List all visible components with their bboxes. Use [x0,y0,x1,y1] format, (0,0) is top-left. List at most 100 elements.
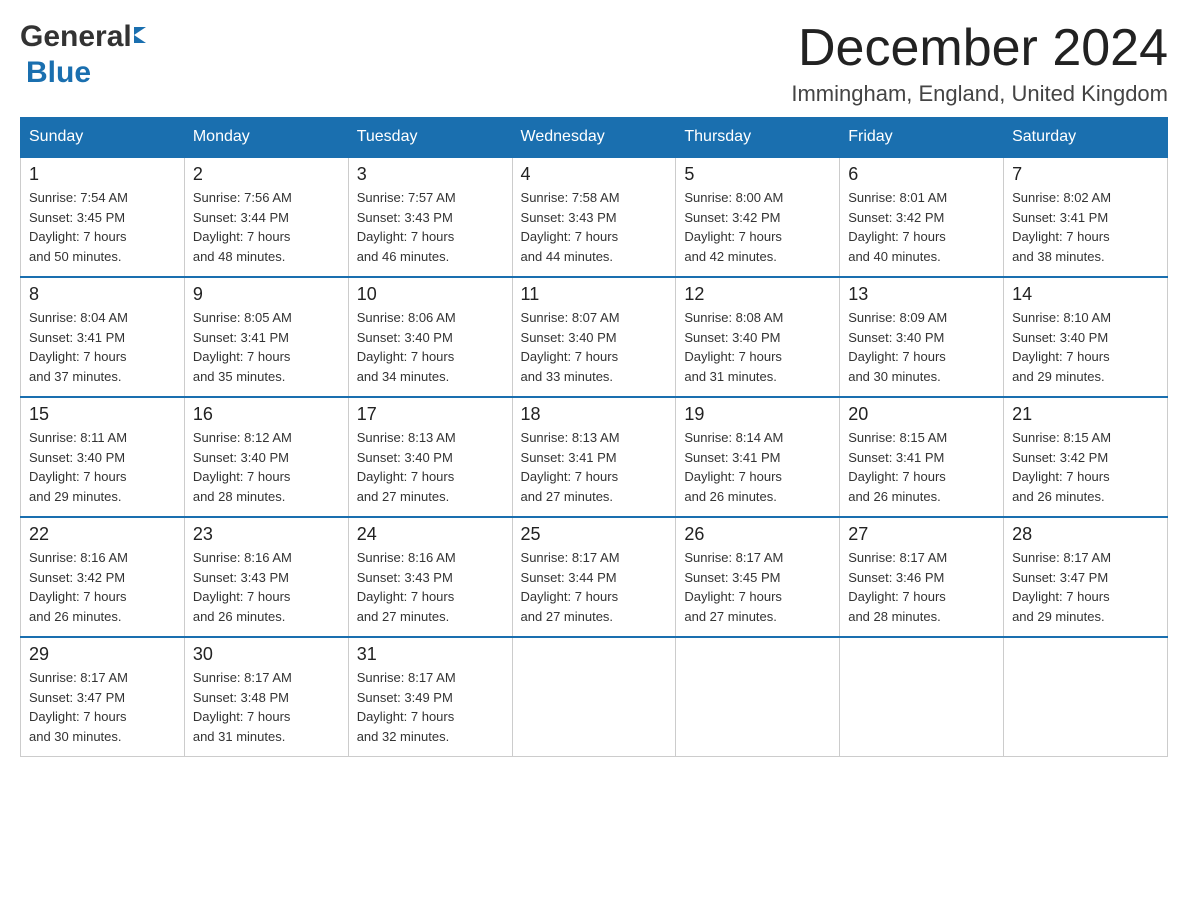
day-number: 30 [193,644,340,665]
calendar-cell [1004,637,1168,757]
day-info: Sunrise: 8:09 AMSunset: 3:40 PMDaylight:… [848,308,995,386]
logo-blue-text: Blue [26,56,91,90]
logo-general-text: General [20,20,132,54]
day-info: Sunrise: 8:14 AMSunset: 3:41 PMDaylight:… [684,428,831,506]
day-info: Sunrise: 8:17 AMSunset: 3:46 PMDaylight:… [848,548,995,626]
day-info: Sunrise: 8:08 AMSunset: 3:40 PMDaylight:… [684,308,831,386]
header-wednesday: Wednesday [512,118,676,158]
calendar-cell: 19Sunrise: 8:14 AMSunset: 3:41 PMDayligh… [676,397,840,517]
day-info: Sunrise: 8:17 AMSunset: 3:47 PMDaylight:… [29,668,176,746]
day-number: 31 [357,644,504,665]
day-number: 13 [848,284,995,305]
calendar-week-4: 22Sunrise: 8:16 AMSunset: 3:42 PMDayligh… [21,517,1168,637]
day-number: 20 [848,404,995,425]
day-number: 12 [684,284,831,305]
day-number: 24 [357,524,504,545]
calendar-cell: 1 Sunrise: 7:54 AMSunset: 3:45 PMDaylight… [21,157,185,277]
calendar-table: Sunday Monday Tuesday Wednesday Thursday… [20,117,1168,757]
day-info: Sunrise: 8:17 AMSunset: 3:48 PMDaylight:… [193,668,340,746]
calendar-cell: 7Sunrise: 8:02 AMSunset: 3:41 PMDaylight… [1004,157,1168,277]
day-number: 1 [29,164,176,185]
day-number: 26 [684,524,831,545]
calendar-cell: 2 Sunrise: 7:56 AMSunset: 3:44 PMDaylight… [184,157,348,277]
day-info: Sunrise: 8:12 AMSunset: 3:40 PMDaylight:… [193,428,340,506]
day-info: Sunrise: 7:58 AMSunset: 3:43 PMDaylight:… [521,188,668,266]
calendar-cell: 4 Sunrise: 7:58 AMSunset: 3:43 PMDaylight… [512,157,676,277]
day-info: Sunrise: 8:16 AMSunset: 3:42 PMDaylight:… [29,548,176,626]
day-number: 15 [29,404,176,425]
day-info: Sunrise: 8:10 AMSunset: 3:40 PMDaylight:… [1012,308,1159,386]
day-number: 10 [357,284,504,305]
day-number: 21 [1012,404,1159,425]
day-info: Sunrise: 7:57 AMSunset: 3:43 PMDaylight:… [357,188,504,266]
day-info: Sunrise: 8:17 AMSunset: 3:47 PMDaylight:… [1012,548,1159,626]
header-sunday: Sunday [21,118,185,158]
calendar-cell [840,637,1004,757]
day-info: Sunrise: 7:54 AMSunset: 3:45 PMDaylight:… [29,188,176,266]
day-info: Sunrise: 8:15 AMSunset: 3:41 PMDaylight:… [848,428,995,506]
day-info: Sunrise: 8:13 AMSunset: 3:41 PMDaylight:… [521,428,668,506]
day-info: Sunrise: 8:16 AMSunset: 3:43 PMDaylight:… [357,548,504,626]
logo: General Blue [20,20,146,90]
calendar-cell: 9Sunrise: 8:05 AMSunset: 3:41 PMDaylight… [184,277,348,397]
day-number: 14 [1012,284,1159,305]
calendar-week-2: 8Sunrise: 8:04 AMSunset: 3:41 PMDaylight… [21,277,1168,397]
logo-flag-icon [134,27,146,43]
day-info: Sunrise: 8:11 AMSunset: 3:40 PMDaylight:… [29,428,176,506]
calendar-cell: 14 Sunrise: 8:10 AMSunset: 3:40 PMDayligh… [1004,277,1168,397]
calendar-cell: 6 Sunrise: 8:01 AMSunset: 3:42 PMDaylight… [840,157,1004,277]
calendar-cell: 13 Sunrise: 8:09 AMSunset: 3:40 PMDayligh… [840,277,1004,397]
calendar-cell: 18 Sunrise: 8:13 AMSunset: 3:41 PMDayligh… [512,397,676,517]
calendar-cell: 24 Sunrise: 8:16 AMSunset: 3:43 PMDayligh… [348,517,512,637]
header-monday: Monday [184,118,348,158]
day-number: 17 [357,404,504,425]
header-tuesday: Tuesday [348,118,512,158]
day-number: 29 [29,644,176,665]
calendar-cell: 11Sunrise: 8:07 AMSunset: 3:40 PMDayligh… [512,277,676,397]
day-number: 27 [848,524,995,545]
calendar-cell: 15 Sunrise: 8:11 AMSunset: 3:40 PMDayligh… [21,397,185,517]
calendar-cell: 31 Sunrise: 8:17 AMSunset: 3:49 PMDayligh… [348,637,512,757]
title-section: December 2024 Immingham, England, United… [791,20,1168,107]
calendar-cell: 17Sunrise: 8:13 AMSunset: 3:40 PMDayligh… [348,397,512,517]
calendar-cell: 23Sunrise: 8:16 AMSunset: 3:43 PMDayligh… [184,517,348,637]
header-saturday: Saturday [1004,118,1168,158]
day-info: Sunrise: 8:17 AMSunset: 3:45 PMDaylight:… [684,548,831,626]
day-number: 25 [521,524,668,545]
calendar-cell: 27 Sunrise: 8:17 AMSunset: 3:46 PMDayligh… [840,517,1004,637]
calendar-cell: 20 Sunrise: 8:15 AMSunset: 3:41 PMDayligh… [840,397,1004,517]
month-title: December 2024 [791,20,1168,77]
day-info: Sunrise: 8:17 AMSunset: 3:49 PMDaylight:… [357,668,504,746]
calendar-cell: 3Sunrise: 7:57 AMSunset: 3:43 PMDaylight… [348,157,512,277]
day-info: Sunrise: 8:02 AMSunset: 3:41 PMDaylight:… [1012,188,1159,266]
day-number: 2 [193,164,340,185]
calendar-week-5: 29 Sunrise: 8:17 AMSunset: 3:47 PMDayligh… [21,637,1168,757]
calendar-week-1: 1 Sunrise: 7:54 AMSunset: 3:45 PMDaylight… [21,157,1168,277]
day-info: Sunrise: 8:06 AMSunset: 3:40 PMDaylight:… [357,308,504,386]
calendar-cell: 26 Sunrise: 8:17 AMSunset: 3:45 PMDayligh… [676,517,840,637]
day-info: Sunrise: 8:15 AMSunset: 3:42 PMDaylight:… [1012,428,1159,506]
day-number: 16 [193,404,340,425]
page-header: General Blue December 2024 Immingham, En… [20,20,1168,107]
day-info: Sunrise: 8:01 AMSunset: 3:42 PMDaylight:… [848,188,995,266]
calendar-cell: 25 Sunrise: 8:17 AMSunset: 3:44 PMDayligh… [512,517,676,637]
day-number: 11 [521,284,668,305]
day-number: 6 [848,164,995,185]
day-number: 18 [521,404,668,425]
calendar-cell: 22Sunrise: 8:16 AMSunset: 3:42 PMDayligh… [21,517,185,637]
day-number: 4 [521,164,668,185]
day-info: Sunrise: 8:04 AMSunset: 3:41 PMDaylight:… [29,308,176,386]
header-thursday: Thursday [676,118,840,158]
calendar-cell: 12 Sunrise: 8:08 AMSunset: 3:40 PMDayligh… [676,277,840,397]
calendar-cell [676,637,840,757]
day-number: 9 [193,284,340,305]
calendar-cell: 8Sunrise: 8:04 AMSunset: 3:41 PMDaylight… [21,277,185,397]
calendar-cell: 29 Sunrise: 8:17 AMSunset: 3:47 PMDayligh… [21,637,185,757]
calendar-cell [512,637,676,757]
calendar-cell: 16 Sunrise: 8:12 AMSunset: 3:40 PMDayligh… [184,397,348,517]
day-info: Sunrise: 8:16 AMSunset: 3:43 PMDaylight:… [193,548,340,626]
day-info: Sunrise: 8:17 AMSunset: 3:44 PMDaylight:… [521,548,668,626]
calendar-cell: 30 Sunrise: 8:17 AMSunset: 3:48 PMDayligh… [184,637,348,757]
day-info: Sunrise: 7:56 AMSunset: 3:44 PMDaylight:… [193,188,340,266]
calendar-cell: 5Sunrise: 8:00 AMSunset: 3:42 PMDaylight… [676,157,840,277]
